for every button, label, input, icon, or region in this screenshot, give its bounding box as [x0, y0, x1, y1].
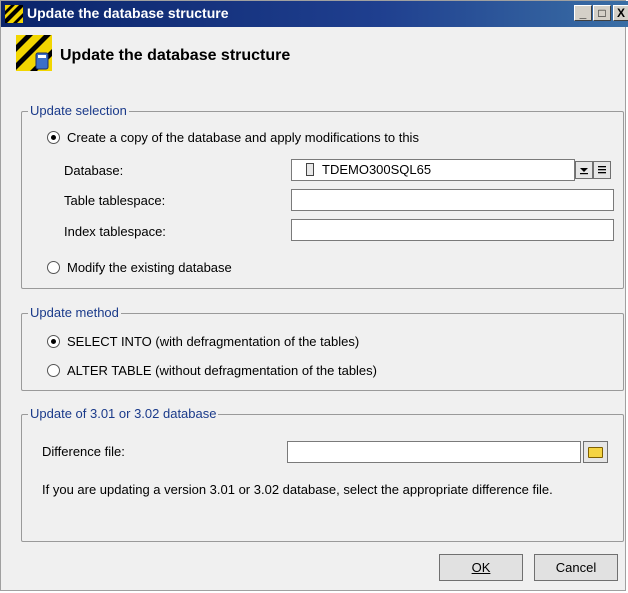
folder-icon — [588, 447, 603, 458]
database-list-button[interactable] — [593, 161, 611, 179]
ok-button[interactable]: OK — [439, 554, 523, 581]
alter-table-label[interactable]: ALTER TABLE (without defragmentation of … — [67, 363, 377, 378]
window-title: Update the database structure — [27, 5, 229, 21]
app-icon — [5, 5, 23, 23]
database-icon — [306, 163, 314, 176]
ok-button-label: OK — [471, 560, 491, 575]
update-method-group: Update method SELECT INTO (with defragme… — [21, 305, 624, 391]
table-tablespace-input[interactable] — [291, 189, 614, 211]
chevron-down-icon — [580, 168, 588, 175]
index-tablespace-input[interactable] — [291, 219, 614, 241]
header-title: Update the database structure — [60, 47, 291, 64]
database-label: Database: — [64, 163, 124, 178]
select-into-radio[interactable] — [47, 335, 60, 348]
maximize-button[interactable]: □ — [593, 5, 611, 21]
close-button[interactable]: X — [613, 5, 628, 21]
browse-folder-button[interactable] — [583, 441, 608, 463]
modify-existing-radio[interactable] — [47, 261, 60, 274]
database-dropdown-button[interactable] — [575, 161, 593, 179]
dialog-window: Update the database structure _ □ X Upda… — [0, 0, 628, 591]
update-selection-legend: Update selection — [28, 103, 129, 118]
list-icon — [598, 166, 606, 174]
difference-file-input[interactable] — [287, 441, 581, 463]
database-select[interactable]: TDEMO300SQL65 — [291, 159, 575, 181]
select-into-label[interactable]: SELECT INTO (with defragmentation of the… — [67, 334, 359, 349]
help-text: If you are updating a version 3.01 or 3.… — [42, 482, 553, 497]
table-tablespace-label: Table tablespace: — [64, 193, 166, 208]
alter-table-radio[interactable] — [47, 364, 60, 377]
database-value: TDEMO300SQL65 — [322, 162, 432, 177]
difference-file-label: Difference file: — [42, 444, 125, 459]
create-copy-label[interactable]: Create a copy of the database and apply … — [67, 130, 419, 145]
update-selection-group: Update selection Create a copy of the da… — [21, 103, 624, 289]
update-method-legend: Update method — [28, 305, 121, 320]
create-copy-radio[interactable] — [47, 131, 60, 144]
minimize-button[interactable]: _ — [574, 5, 592, 21]
update-301-group: Update of 3.01 or 3.02 database Differen… — [21, 406, 624, 542]
index-tablespace-label: Index tablespace: — [64, 224, 166, 239]
database-update-icon — [16, 35, 52, 71]
update-301-legend: Update of 3.01 or 3.02 database — [28, 406, 219, 421]
modify-existing-label[interactable]: Modify the existing database — [67, 260, 232, 275]
cancel-button-label: Cancel — [555, 560, 597, 575]
title-bar[interactable]: Update the database structure _ □ X — [1, 1, 628, 27]
cancel-button[interactable]: Cancel — [534, 554, 618, 581]
